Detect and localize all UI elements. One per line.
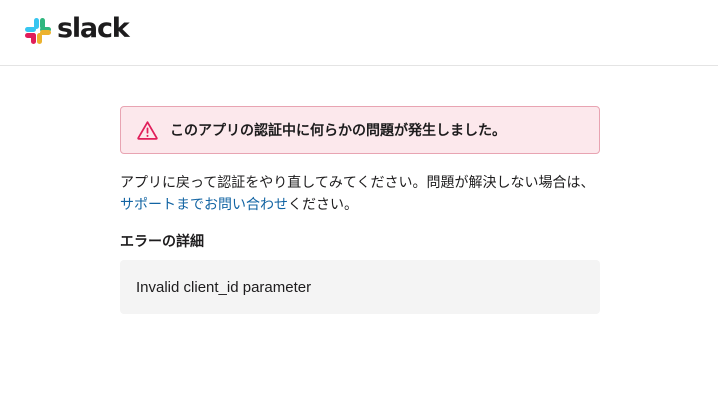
instructions-text: アプリに戻って認証をやり直してみてください。問題が解決しない場合は、サポートまで… — [120, 172, 600, 216]
error-details-message: Invalid client_id parameter — [136, 278, 312, 296]
top-header: slack — [0, 0, 718, 66]
error-alert: このアプリの認証中に何らかの問題が発生しました。 — [120, 106, 600, 154]
instructions-text-after: ください。 — [288, 197, 358, 213]
main-content: このアプリの認証中に何らかの問題が発生しました。 アプリに戻って認証をやり直して… — [120, 106, 600, 314]
warning-triangle-icon — [137, 120, 158, 140]
slack-logo[interactable]: slack — [24, 13, 130, 45]
error-details-heading: エラーの詳細 — [120, 234, 204, 250]
alert-message: このアプリの認証中に何らかの問題が発生しました。 — [170, 123, 506, 139]
error-details-box: Invalid client_id parameter — [120, 260, 600, 314]
slack-logo-icon — [25, 18, 51, 44]
contact-support-link[interactable]: サポートまでお問い合わせ — [120, 197, 288, 213]
instructions-text-before: アプリに戻って認証をやり直してみてください。問題が解決しない場合は、 — [120, 175, 595, 191]
slack-wordmark: slack — [57, 13, 130, 44]
